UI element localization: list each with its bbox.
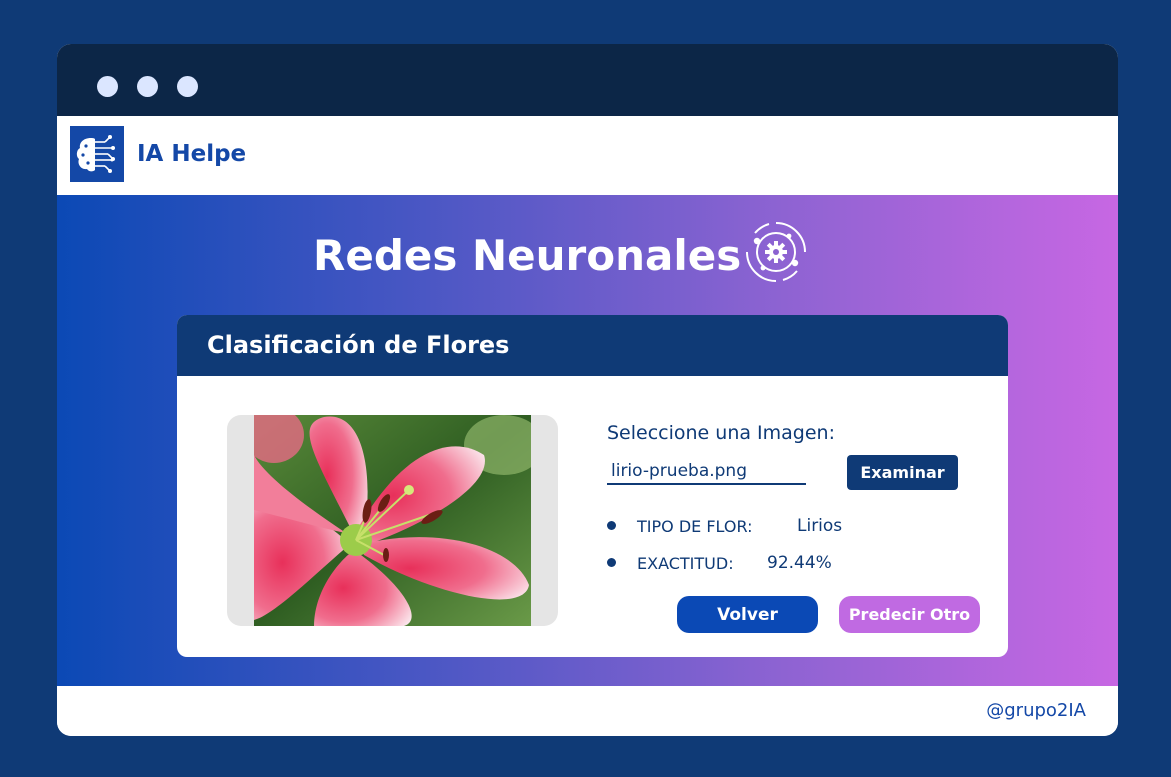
window-dot-1[interactable] [97, 76, 118, 97]
result-key: EXACTITUD: [637, 554, 734, 573]
classification-card: Clasificación de Flores Seleccione una I… [177, 315, 1008, 657]
brain-circuit-icon [70, 126, 124, 182]
result-key: TIPO DE FLOR: [637, 517, 753, 536]
window-dot-3[interactable] [177, 76, 198, 97]
browse-button[interactable]: Examinar [847, 455, 958, 490]
card-header: Clasificación de Flores [177, 315, 1008, 376]
neural-gear-icon [743, 219, 809, 285]
result-value: 92.44% [767, 553, 832, 573]
lily-flower-photo [254, 415, 531, 626]
window-dot-2[interactable] [137, 76, 158, 97]
hero-section: Redes Neuronales Clasificación de Flores… [57, 195, 1118, 686]
bullet-icon [607, 558, 616, 567]
back-button[interactable]: Volver [677, 596, 818, 633]
file-name-field[interactable] [607, 459, 806, 485]
app-window: IA Helper Redes Neuronales [57, 44, 1118, 736]
card-title: Clasificación de Flores [207, 331, 510, 359]
footer: @grupo2IA [57, 686, 1118, 736]
page-title: Redes Neuronales [313, 231, 742, 280]
brand-name: IA Helper [137, 141, 245, 167]
title-bar [57, 44, 1118, 116]
footer-handle: @grupo2IA [986, 700, 1086, 721]
select-image-label: Seleccione una Imagen: [607, 422, 835, 444]
app-header: IA Helper [57, 116, 1118, 195]
result-value: Lirios [797, 516, 843, 536]
image-preview [227, 415, 558, 626]
predict-another-button[interactable]: Predecir Otro [839, 596, 980, 633]
bullet-icon [607, 521, 616, 530]
